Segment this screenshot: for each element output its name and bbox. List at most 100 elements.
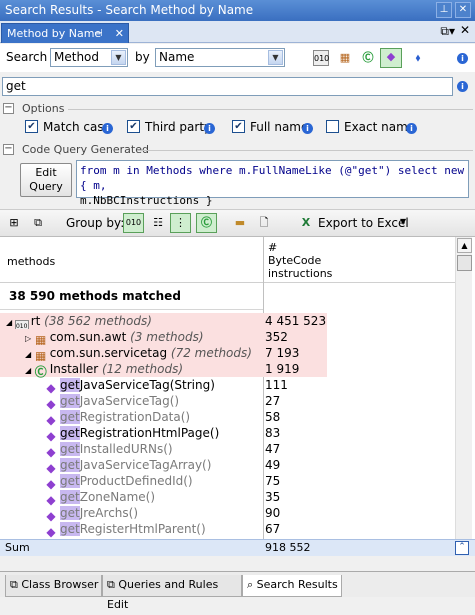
info-icon[interactable]: i	[302, 123, 313, 134]
sum-bar: Sum 918 552 ⌃	[0, 539, 475, 556]
group-by-tree-icon[interactable]: ⋮	[170, 213, 191, 233]
third-party-checkbox[interactable]: ✔	[127, 120, 140, 133]
group-by-assembly-icon[interactable]: 010	[123, 213, 144, 233]
tree-row[interactable]: ◆ getInstalledURNs() 47	[0, 441, 455, 459]
tab-label: Class Browser	[21, 578, 99, 591]
info-icon[interactable]: i	[204, 123, 215, 134]
tree-row[interactable]: ◆ getJavaServiceTag() 27	[0, 393, 455, 411]
group-by-class-icon[interactable]: Ⓒ	[196, 213, 217, 233]
results-grid: methods # ByteCode instructions 38 590 m…	[0, 237, 475, 539]
info-icon[interactable]: i	[457, 81, 468, 92]
method-name-rest: JavaServiceTag()	[79, 394, 180, 408]
info-icon[interactable]: i	[102, 123, 113, 134]
info-icon[interactable]: i	[406, 123, 417, 134]
tree-row[interactable]: ◆ getRegistrationHtmlPage() 83	[0, 425, 455, 443]
row-label: getJreArchs()	[60, 506, 138, 520]
tree-row[interactable]: ▷ ▦ com.sun.awt (3 methods) 352	[0, 329, 327, 347]
collapse-sum-icon[interactable]: ⌃	[455, 541, 469, 555]
row-label: getInstalledURNs()	[60, 442, 173, 456]
generated-query-text[interactable]: from m in Methods where m.FullNameLike (…	[76, 160, 469, 207]
tree-row[interactable]: ◆ getJavaServiceTagArray() 49	[0, 457, 455, 475]
tree-row[interactable]: ◆ getRegisterHtmlParent() 67	[0, 521, 455, 539]
chevron-down-icon[interactable]: ▼	[400, 217, 406, 226]
chevron-down-icon[interactable]: ▼	[111, 50, 126, 65]
tab-search-results[interactable]: ⌕ Search Results	[242, 575, 342, 597]
tree-row[interactable]: ◆ getZoneName() 35	[0, 489, 455, 507]
tree-row[interactable]: ◆ getProductDefinedId() 75	[0, 473, 455, 491]
row-value-cell: 90	[265, 506, 281, 520]
info-icon[interactable]: i	[457, 53, 468, 64]
results-toolbar: ⊞ ⧉ Group by: 010 ☷ ⋮ Ⓒ ▬ 🗋 X Export to …	[0, 209, 475, 237]
scroll-thumb[interactable]	[457, 255, 472, 271]
close-icon[interactable]: ✕	[455, 2, 471, 18]
row-name-cell: ◆ getRegisterHtmlParent()	[44, 521, 206, 539]
matched-count: 38 590 methods matched	[9, 289, 181, 303]
collapse-options-icon[interactable]: −	[3, 103, 14, 114]
tree-row[interactable]: ◆ getRegistrationData() 58	[0, 409, 455, 427]
edit-query-button[interactable]: Edit Query	[20, 163, 72, 197]
chevron-down-icon[interactable]: ▼	[268, 50, 283, 65]
row-label: com.sun.awt	[49, 330, 131, 344]
match-highlight: get	[60, 458, 80, 472]
tab-pin-icon[interactable]: ⊣	[94, 24, 103, 43]
row-value-cell: 49	[265, 458, 281, 472]
expander-icon[interactable]: ▷	[25, 334, 34, 343]
collapse-code-query-icon[interactable]: −	[3, 144, 14, 155]
window-titlebar: Search Results - Search Method by Name ⊥…	[0, 0, 475, 21]
match-highlight: get	[60, 394, 80, 408]
column-header-methods[interactable]: methods	[7, 255, 55, 268]
row-label: Installer	[49, 362, 102, 376]
method-filter-icon[interactable]: ◆	[380, 48, 402, 68]
vertical-scrollbar[interactable]: ▲	[455, 237, 472, 539]
collapse-all-icon[interactable]: ⧉	[30, 215, 46, 231]
exact-name-checkbox[interactable]	[326, 120, 339, 133]
search-by-select[interactable]: Name ▼	[155, 48, 285, 67]
search-label: Search	[6, 50, 48, 64]
method-name-rest: InstalledURNs()	[79, 442, 173, 456]
tab-class-browser[interactable]: ⧉ Class Browser	[5, 575, 102, 597]
row-value-cell: 58	[265, 410, 281, 424]
tab-method-by-name[interactable]: Method by Name ⊣ ✕	[1, 23, 129, 43]
namespace-filter-icon[interactable]: ▦	[337, 50, 353, 66]
full-name-checkbox[interactable]: ✔	[232, 120, 245, 133]
tab-label: Method by Name	[7, 27, 102, 40]
tree-row[interactable]: ◢ Ⓒ Installer (12 methods) 1 919	[0, 361, 327, 379]
full-name-label: Full name	[250, 120, 309, 134]
document-icon[interactable]: 🗋	[256, 215, 272, 231]
search-kind-select[interactable]: Method ▼	[50, 48, 128, 67]
expander-icon[interactable]: ◢	[6, 318, 15, 327]
tree-row[interactable]: ◢ 010 rt (38 562 methods) 4 451 523	[0, 313, 327, 334]
search-by-value: Name	[159, 50, 195, 64]
method-name-rest: RegistrationData()	[79, 410, 191, 424]
search-input[interactable]: get	[2, 77, 453, 96]
expand-all-icon[interactable]: ⊞	[6, 215, 22, 231]
scroll-up-icon[interactable]: ▲	[457, 238, 472, 253]
folder-icon[interactable]: ▬	[232, 215, 248, 231]
match-case-checkbox[interactable]: ✔	[25, 120, 38, 133]
window-menu-icon[interactable]: ⧉▾	[440, 24, 455, 39]
row-value-cell: 1 919	[265, 362, 300, 376]
field-filter-icon[interactable]: ⬧	[410, 50, 426, 66]
row-value-cell: 7 193	[265, 346, 300, 360]
expander-icon[interactable]: ◢	[25, 366, 34, 375]
row-note: (12 methods)	[101, 362, 184, 376]
match-highlight: get	[60, 410, 80, 424]
tab-close-icon[interactable]: ✕	[115, 24, 124, 43]
assembly-filter-icon[interactable]: 010	[313, 50, 329, 66]
pin-icon[interactable]: ⊥	[436, 2, 452, 18]
tree-row[interactable]: ◆ getJreArchs() 90	[0, 505, 455, 523]
expander-icon[interactable]: ◢	[25, 350, 34, 359]
class-filter-icon[interactable]: Ⓒ	[360, 50, 376, 66]
query-line-1: from m in Methods where m.FullNameLike (…	[80, 164, 465, 192]
search-icon: ⌕	[247, 578, 254, 591]
tab-queries-rules-edit[interactable]: ⧉ Queries and Rules Edit	[102, 575, 242, 611]
row-label: getZoneName()	[60, 490, 155, 504]
row-label: getRegisterHtmlParent()	[60, 522, 206, 536]
grid-header: methods # ByteCode instructions	[0, 237, 455, 283]
tree-row[interactable]: ◢ ▦ com.sun.servicetag (72 methods) 7 193	[0, 345, 327, 363]
export-to-excel-button[interactable]: Export to Excel	[318, 216, 409, 230]
close-window-icon[interactable]: ✕	[460, 23, 470, 37]
column-header-bytecode[interactable]: # ByteCode instructions	[268, 241, 332, 280]
group-by-namespace-icon[interactable]: ☷	[150, 215, 166, 231]
tree-row[interactable]: ◆ getJavaServiceTag(String) 111	[0, 377, 455, 395]
